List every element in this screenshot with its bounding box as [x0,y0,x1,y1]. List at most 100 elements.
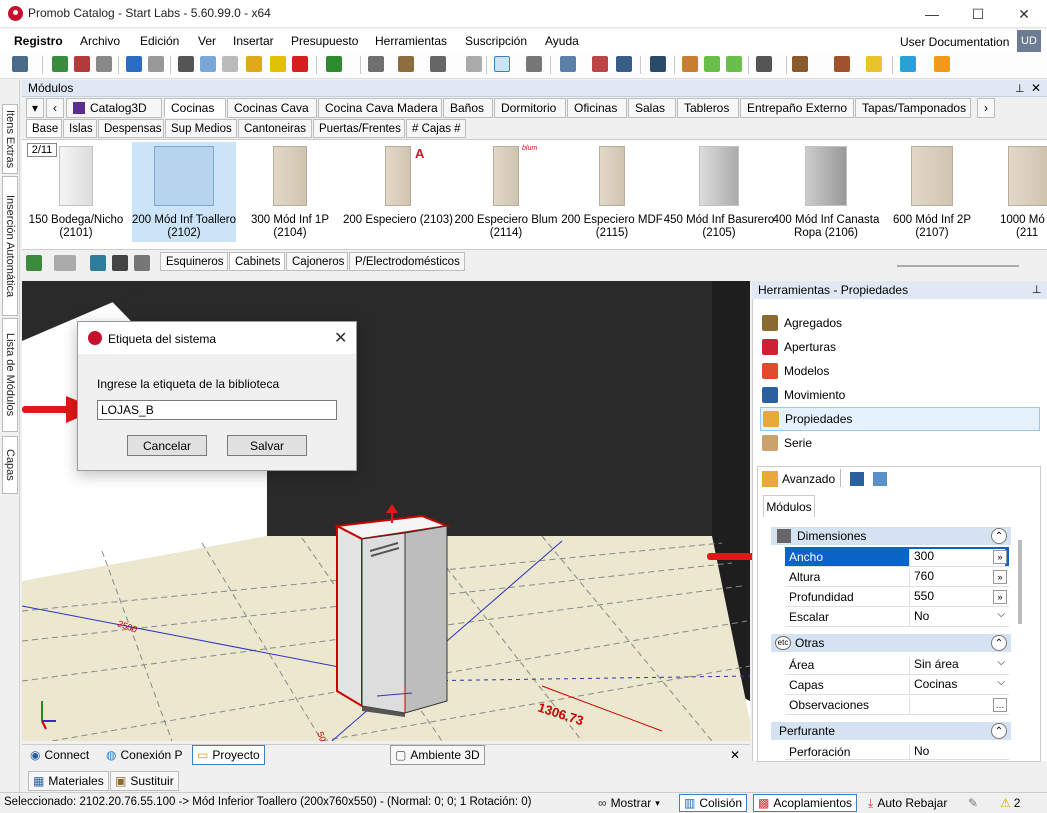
catalog-item[interactable]: 150 Bodega/Nicho (2101) [28,142,124,242]
prop-row-ancho[interactable]: Ancho 300» [785,547,1009,567]
expand-icon[interactable]: » [993,570,1007,584]
prop-value[interactable]: 550 [909,589,1005,606]
dialog-close-icon[interactable]: ✕ [334,328,347,348]
tab-proyecto[interactable]: ▭ Proyecto [192,745,265,765]
tab-cocinas-cava[interactable]: Cocinas Cava [227,98,317,118]
more-icon[interactable]: … [993,698,1007,712]
catalog-item-selected[interactable]: 200 Mód Inf Toallero (2102) [132,142,236,242]
teapot-icon[interactable] [834,56,850,72]
layers-icon[interactable] [560,56,576,72]
tab-connect[interactable]: ◉ Connect [26,745,93,765]
redo-icon[interactable] [148,56,164,72]
expand-icon[interactable]: » [993,550,1007,564]
maximize-button[interactable]: ☐ [955,0,1001,28]
copy-icon[interactable] [200,56,216,72]
prop-row-profundidad[interactable]: Profundidad 550» [785,587,1009,607]
chevron-down-icon[interactable]: ⌵ [997,657,1005,668]
tab-cajoneros[interactable]: Cajoneros [286,252,348,271]
section-dimensiones[interactable]: Dimensiones ⌃ [771,527,1011,545]
print-preview-icon[interactable] [52,56,68,72]
tab-esquineros[interactable]: Esquineros [160,252,228,271]
collapse-icon[interactable]: ⌃ [991,723,1007,739]
tab-puertas-frentes[interactable]: Puertas/Frentes [313,119,405,138]
column-icon[interactable] [466,56,482,72]
tool-aperturas[interactable]: Aperturas [760,336,1040,358]
expand-icon[interactable]: » [993,590,1007,604]
replace-icon[interactable] [682,56,698,72]
sidebar-tab-capas[interactable]: Capas [2,436,18,494]
menu-insertar[interactable]: Insertar [233,34,274,48]
tab-ambiente-3d[interactable]: ▢ Ambiente 3D [390,745,485,765]
prop-value[interactable]: No [909,609,1005,626]
tool-movimiento[interactable]: Movimiento [760,384,1040,406]
tool-propiedades[interactable]: Propiedades [760,407,1040,431]
tab-materiales[interactable]: ▦ Materiales [28,771,109,791]
pin-icon[interactable]: ⊥ [1032,283,1042,296]
show-dropdown[interactable]: ∞ Mostrar ▾ [598,794,660,812]
prop-value[interactable]: Sin área [909,657,1005,674]
tab-conexion[interactable]: ◍ Conexión P [102,745,187,765]
user-icon[interactable] [934,56,950,72]
select-arrow-icon[interactable] [494,56,510,72]
tab-tableros[interactable]: Tableros [677,98,739,118]
user-documentation-link[interactable]: User Documentation [900,35,1009,49]
sidebar-tab-lista-modulos[interactable]: Lista de Módulos [2,318,18,432]
tool-agregados[interactable]: Agregados [760,312,1040,334]
sidebar-tab-insercion[interactable]: Inserción Automática [2,176,18,316]
chat-icon[interactable] [900,56,916,72]
eye-icon[interactable] [650,56,666,72]
tab-cantoneiras[interactable]: Cantoneiras [238,119,312,138]
catalog-item[interactable]: 400 Mód Inf Canasta Ropa (2106) [773,142,879,242]
prop-value[interactable]: No [909,744,1005,759]
laboratory-icon[interactable] [134,255,150,271]
close-tab-icon[interactable]: ✕ [726,745,744,765]
print-icon[interactable] [96,56,112,72]
tools-icon[interactable]: ✎ [968,794,978,812]
user-avatar[interactable]: UD [1017,30,1041,52]
render-2d-icon[interactable] [592,56,608,72]
advanced-label[interactable]: Avanzado [782,472,835,486]
menu-suscripcion[interactable]: Suscripción [465,34,527,48]
tab-catalog3d[interactable]: Catalog3D [66,98,162,118]
tab-oficinas[interactable]: Oficinas [567,98,627,118]
box-icon[interactable] [792,56,808,72]
tab-modulos[interactable]: Módulos [763,495,815,517]
collapse-icon[interactable]: ⌃ [991,635,1007,651]
tab-entrepano-externo[interactable]: Entrepaño Externo [740,98,854,118]
arrow-right-icon[interactable] [726,56,742,72]
menu-ver[interactable]: Ver [198,34,216,48]
paint-icon[interactable] [270,56,286,72]
collapse-icon[interactable]: ⌃ [991,528,1007,544]
menu-registro[interactable]: Registro [14,34,63,48]
catalog-item[interactable]: 200 Especiero Blum (2114) [455,142,557,242]
tab-base[interactable]: Base [26,119,62,138]
catalog-item[interactable]: 200 Especiero MDF (2115) [561,142,663,242]
window-layout-icon[interactable] [756,56,772,72]
chevron-down-icon[interactable]: ⌵ [997,609,1005,620]
tab-sup-medios[interactable]: Sup Medios [165,119,237,138]
save-button[interactable]: Salvar [227,435,307,456]
catalog-item[interactable]: 200 Especiero (2103) [343,142,453,242]
menu-ayuda[interactable]: Ayuda [545,34,579,48]
menu-presupuesto[interactable]: Presupuesto [291,34,358,48]
prop-row-area[interactable]: Área Sin área ⌵ [785,655,1009,675]
prop-row-observaciones[interactable]: Observaciones… [785,695,1009,715]
prop-row-capas[interactable]: Capas Cocinas ⌵ [785,675,1009,695]
prop-value[interactable]: 760 [909,569,1005,586]
tab-tapas-tamponados[interactable]: Tapas/Tamponados [855,98,971,118]
hammer-icon[interactable] [246,56,262,72]
catalog-item[interactable]: 1000 Mó (211 [994,142,1047,242]
binoculars-icon[interactable] [112,255,128,271]
cancel-button[interactable]: Cancelar [127,435,207,456]
tabs-scroll-right-icon[interactable]: › [977,98,995,118]
pin-icon[interactable]: ⊥ [1015,82,1025,95]
collision-toggle[interactable]: ▥ Colisión [679,794,748,812]
tabs-dropdown-icon[interactable]: ▾ [26,98,44,118]
couplings-toggle[interactable]: ▩ Acoplamientos [753,794,858,812]
tab-cocina-cava-madera[interactable]: Cocina Cava Madera [318,98,442,118]
catalog-item[interactable]: 450 Mód Inf Basurero (2105) [664,142,774,242]
chevron-down-icon[interactable]: ⌵ [997,677,1005,688]
minimize-button[interactable]: — [909,0,955,28]
insert-icon[interactable] [90,255,106,271]
refresh-icon[interactable] [26,255,42,271]
